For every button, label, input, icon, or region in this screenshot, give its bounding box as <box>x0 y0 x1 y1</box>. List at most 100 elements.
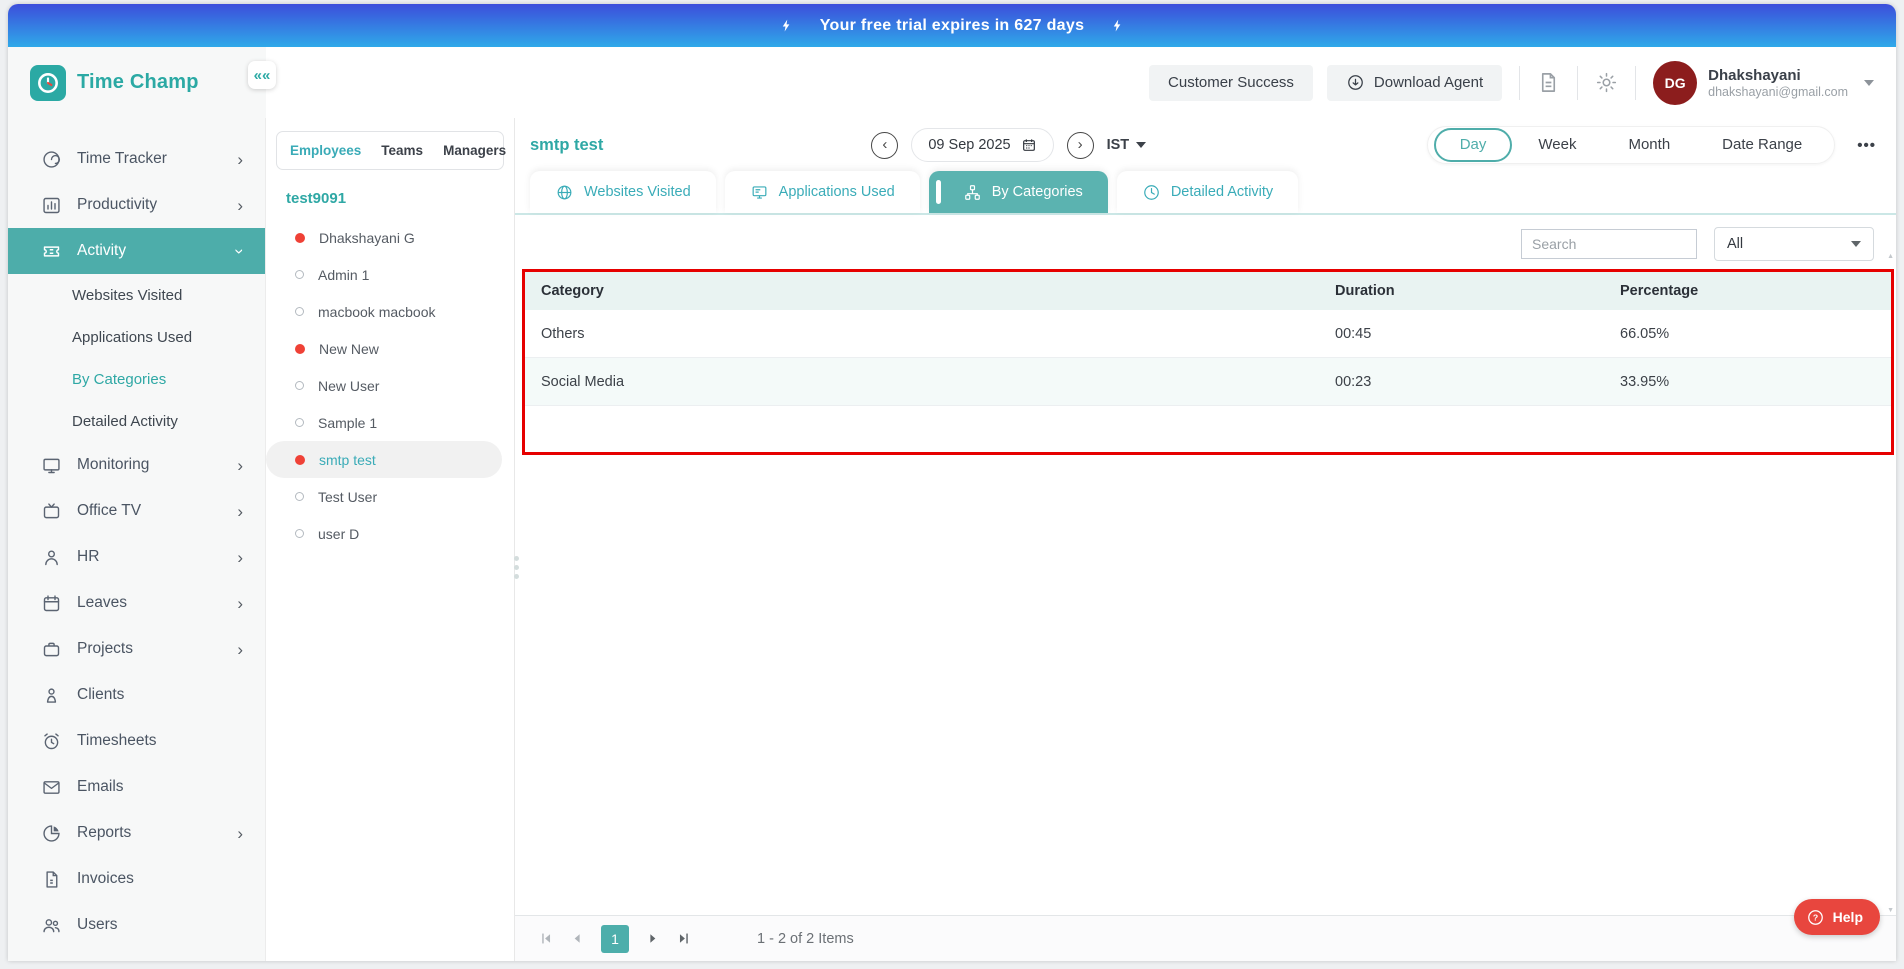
clients-icon <box>46 687 57 703</box>
scrollbar-down-arrow[interactable]: ▼ <box>1887 907 1894 914</box>
sidebar-item-invoices[interactable]: Invoices <box>8 856 265 902</box>
question-mark-icon: ? <box>1807 909 1823 925</box>
sidebar-item-office-tv[interactable]: Office TV › <box>8 488 265 534</box>
sidebar-item-leaves[interactable]: Leaves › <box>8 580 265 626</box>
sidebar-collapse-button[interactable]: «« <box>248 61 276 89</box>
date-value: 09 Sep 2025 <box>928 137 1011 153</box>
tab-websites-visited[interactable]: Websites Visited <box>530 171 716 213</box>
sidebar-item-monitoring[interactable]: Monitoring › <box>8 442 265 488</box>
sidebar-item-hr[interactable]: HR › <box>8 534 265 580</box>
filter-row: All <box>515 215 1896 269</box>
hr-icon <box>45 550 58 565</box>
trial-banner-text: Your free trial expires in 627 days <box>819 16 1085 34</box>
sidebar-item-websites-visited[interactable]: Websites Visited <box>8 274 265 316</box>
employee-row[interactable]: Sample 1 <box>266 404 502 441</box>
trial-banner: Your free trial expires in 627 days <box>8 4 1896 47</box>
next-page-button[interactable] <box>644 930 661 947</box>
view-month[interactable]: Month <box>1602 126 1696 164</box>
employee-row[interactable]: Test User <box>266 478 502 515</box>
column-header-category[interactable]: Category <box>525 283 1335 299</box>
activity-tabs: Websites Visited Applications Used By Ca… <box>515 171 1896 213</box>
tab-by-categories[interactable]: By Categories <box>928 171 1108 213</box>
header-actions: Customer Success Download Agent DG Dhaks… <box>1149 60 1896 105</box>
logo[interactable]: Time Champ <box>8 47 266 118</box>
employee-panel: Employees Teams Managers test9091 Dhaksh… <box>266 118 519 961</box>
page-number-button[interactable]: 1 <box>601 924 629 953</box>
sidebar-item-emails[interactable]: Emails <box>8 764 265 810</box>
previous-page-button[interactable] <box>569 930 586 947</box>
previous-day-button[interactable]: ‹ <box>871 131 899 159</box>
invoices-icon <box>46 870 58 888</box>
lightning-bolt-icon <box>782 19 790 32</box>
sidebar-item-applications-used[interactable]: Applications Used <box>8 316 265 358</box>
users-icon <box>43 918 60 932</box>
first-page-button[interactable] <box>538 930 555 947</box>
view-date-range[interactable]: Date Range <box>1696 126 1828 164</box>
chevron-right-icon: › <box>237 639 243 659</box>
avatar[interactable]: DG <box>1653 60 1698 105</box>
tab-teams[interactable]: Teams <box>381 143 423 158</box>
offline-status-dot <box>295 381 304 390</box>
employee-row[interactable]: New User <box>266 367 502 404</box>
sidebar-item-projects[interactable]: Projects › <box>8 626 265 672</box>
reports-pie-icon <box>43 824 60 842</box>
sidebar-item-activity[interactable]: Activity › <box>8 228 265 274</box>
column-header-percentage[interactable]: Percentage <box>1620 283 1891 299</box>
sidebar-item-productivity[interactable]: Productivity › <box>8 182 265 228</box>
sidebar-item-timesheets[interactable]: Timesheets <box>8 718 265 764</box>
search-input[interactable] <box>1521 229 1697 259</box>
panel-resize-handle[interactable] <box>514 556 519 580</box>
sidebar-item-users[interactable]: Users <box>8 902 265 948</box>
document-icon[interactable] <box>1537 71 1560 94</box>
sidebar-item-by-categories[interactable]: By Categories <box>8 358 265 400</box>
table-row[interactable]: Social Media 00:23 33.95% <box>525 358 1891 406</box>
tab-employees[interactable]: Employees <box>290 143 361 158</box>
last-page-button[interactable] <box>675 930 692 947</box>
date-picker[interactable]: 09 Sep 2025 <box>911 128 1054 162</box>
team-group-name[interactable]: test9091 <box>266 170 514 219</box>
table-row[interactable]: Others 00:45 66.05% <box>525 310 1891 358</box>
time-champ-logo-icon <box>30 64 66 101</box>
lightning-bolt-icon <box>1114 19 1121 32</box>
sidebar-item-time-tracker[interactable]: Time Tracker › <box>8 136 265 182</box>
tab-detailed-activity[interactable]: Detailed Activity <box>1116 171 1299 213</box>
chevron-down-icon <box>1851 241 1861 247</box>
employee-row[interactable]: Admin 1 <box>266 256 502 293</box>
chevron-down-icon[interactable] <box>1864 79 1874 86</box>
view-day[interactable]: Day <box>1433 128 1513 162</box>
scrollbar-up-arrow[interactable]: ▲ <box>1887 253 1894 260</box>
tab-applications-used[interactable]: Applications Used <box>724 171 920 213</box>
employee-row[interactable]: New New <box>266 330 502 367</box>
sidebar-item-detailed-activity[interactable]: Detailed Activity <box>8 400 265 442</box>
tab-managers[interactable]: Managers <box>443 143 506 158</box>
employee-row[interactable]: user D <box>266 515 502 552</box>
timesheets-clock-icon <box>44 732 59 749</box>
view-mode-switcher: Day Week Month Date Range <box>1426 126 1836 164</box>
sidebar-item-reports[interactable]: Reports › <box>8 810 265 856</box>
chevron-right-icon: › <box>237 149 243 169</box>
sidebar-item-clients[interactable]: Clients <box>8 672 265 718</box>
employee-row-selected[interactable]: smtp test <box>266 441 502 478</box>
timezone-dropdown[interactable]: IST <box>1107 137 1147 153</box>
clock-icon <box>1143 184 1159 200</box>
offline-status-dot <box>295 529 304 538</box>
column-header-duration[interactable]: Duration <box>1335 283 1620 299</box>
offline-status-dot <box>295 307 304 316</box>
online-status-dot <box>295 343 305 354</box>
more-options-button[interactable]: ••• <box>1857 137 1876 154</box>
chevron-down-icon <box>1136 142 1147 148</box>
date-navigation: ‹ 09 Sep 2025 › IST <box>871 128 1147 162</box>
help-button[interactable]: ? Help <box>1793 899 1880 935</box>
online-status-dot <box>295 454 305 465</box>
category-filter-dropdown[interactable]: All <box>1714 227 1874 261</box>
divider <box>1519 65 1521 100</box>
view-week[interactable]: Week <box>1512 126 1602 164</box>
settings-gear-icon[interactable] <box>1595 71 1618 94</box>
employee-row[interactable]: macbook macbook <box>266 293 502 330</box>
download-agent-button[interactable]: Download Agent <box>1326 64 1503 101</box>
chevron-right-icon: › <box>237 547 243 567</box>
employee-row[interactable]: Dhakshayani G <box>266 219 502 256</box>
customer-success-button[interactable]: Customer Success <box>1149 64 1313 101</box>
next-day-button[interactable]: › <box>1066 131 1094 159</box>
